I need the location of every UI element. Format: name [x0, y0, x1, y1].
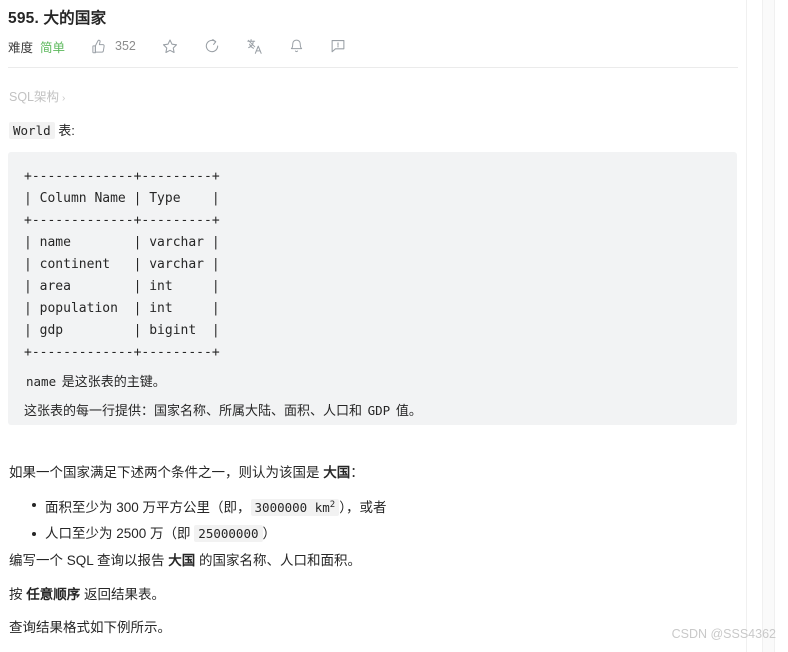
- row-meaning-suffix: 值。: [392, 403, 422, 418]
- chevron-right-icon: ›: [62, 93, 66, 104]
- table-name-line: World 表:: [9, 120, 75, 139]
- panel-resizer[interactable]: [762, 0, 775, 652]
- primary-key-text: 是这张表的主键。: [58, 374, 166, 389]
- bell-icon: [289, 38, 304, 54]
- favorite-button[interactable]: [162, 38, 178, 54]
- problem-description-panel: 595. 大的国家 难度 简单 352 SQL架构 › World 表: +--…: [0, 0, 746, 652]
- breadcrumb-label: SQL架构: [9, 90, 60, 104]
- list-item: 面积至少为 300 万平方公里（即， 3000000 km2 ），或者: [9, 492, 386, 521]
- bullet-0-code: 3000000 km2: [250, 499, 340, 517]
- gdp-code: GDP: [367, 403, 391, 418]
- row-meaning-prefix: 这张表的每一行提供：国家名称、所属大陆、面积、人口和: [24, 403, 366, 418]
- table-name-code: World: [9, 122, 55, 139]
- bullet-0-code-sup: 2: [329, 500, 336, 510]
- schema-note-row-meaning: 这张表的每一行提供：国家名称、所属大陆、面积、人口和 GDP 值。: [24, 393, 721, 422]
- like-count: 352: [115, 39, 136, 53]
- bullet-1-code: 25000000: [194, 525, 263, 543]
- order-paragraph: 按 任意顺序 返回结果表。: [9, 585, 165, 605]
- watermark: CSDN @SSS4362: [671, 627, 776, 641]
- condition-bullet-list: 面积至少为 300 万平方公里（即， 3000000 km2 ），或者 人口至少为 …: [9, 492, 386, 547]
- write-query-text-b: 的国家名称、人口和面积。: [195, 553, 362, 568]
- like-button[interactable]: 352: [91, 39, 136, 54]
- header-divider: [8, 67, 738, 68]
- translate-button[interactable]: [246, 38, 263, 55]
- schema-ascii-table: +-------------+---------+ | Column Name …: [24, 169, 220, 360]
- bullet-0-text-b: ），或者: [339, 500, 387, 516]
- order-text-a: 按: [9, 587, 27, 602]
- share-icon: [204, 38, 220, 54]
- list-item: 人口至少为 2500 万（即 25000000）: [9, 521, 386, 547]
- notification-button[interactable]: [289, 38, 304, 54]
- condition-intro-text-b: ：: [350, 465, 364, 480]
- feedback-button[interactable]: [330, 38, 346, 54]
- page-title: 595. 大的国家: [8, 10, 107, 27]
- comment-icon: [330, 38, 346, 54]
- bullet-1-text-b: ）: [262, 526, 277, 542]
- order-bold: 任意顺序: [26, 587, 81, 602]
- condition-intro-text-a: 如果一个国家满足下述两个条件之一，则认为该国是: [9, 465, 324, 480]
- panel-right-edge: [746, 0, 747, 652]
- write-query-bold: 大国: [168, 553, 196, 568]
- write-query-text-a: 编写一个 SQL 查询以报告: [9, 553, 169, 568]
- thumbs-up-icon: [91, 39, 106, 54]
- breadcrumb[interactable]: SQL架构 ›: [9, 86, 65, 105]
- bullet-1-text-a: 人口至少为 2500 万（即: [45, 526, 195, 542]
- difficulty-label: 难度: [8, 40, 34, 55]
- difficulty-value: 简单: [40, 40, 66, 55]
- share-button[interactable]: [204, 38, 220, 54]
- table-name-suffix: 表:: [54, 123, 75, 138]
- problem-meta-toolbar: 难度 简单 352: [8, 34, 346, 58]
- bullet-0-text-a: 面积至少为 300 万平方公里（即，: [45, 500, 251, 516]
- bullet-0-code-value: 3000000 km: [254, 500, 330, 516]
- bullet-1-code-value: 25000000: [198, 526, 259, 542]
- primary-key-code: name: [26, 374, 57, 389]
- result-format-paragraph: 查询结果格式如下例所示。: [9, 620, 171, 635]
- schema-note-primary-key: name 是这张表的主键。: [24, 364, 721, 393]
- order-text-b: 返回结果表。: [80, 587, 166, 602]
- translate-icon: [246, 38, 263, 55]
- schema-code-block: +-------------+---------+ | Column Name …: [8, 152, 737, 425]
- write-query-paragraph: 编写一个 SQL 查询以报告 大国 的国家名称、人口和面积。: [9, 551, 361, 571]
- condition-intro-paragraph: 如果一个国家满足下述两个条件之一，则认为该国是 大国：: [9, 463, 364, 483]
- problem-page: 595. 大的国家 难度 简单 352 SQL架构 › World 表: +--…: [0, 0, 788, 652]
- condition-intro-bold: 大国: [323, 465, 351, 480]
- star-icon: [162, 38, 178, 54]
